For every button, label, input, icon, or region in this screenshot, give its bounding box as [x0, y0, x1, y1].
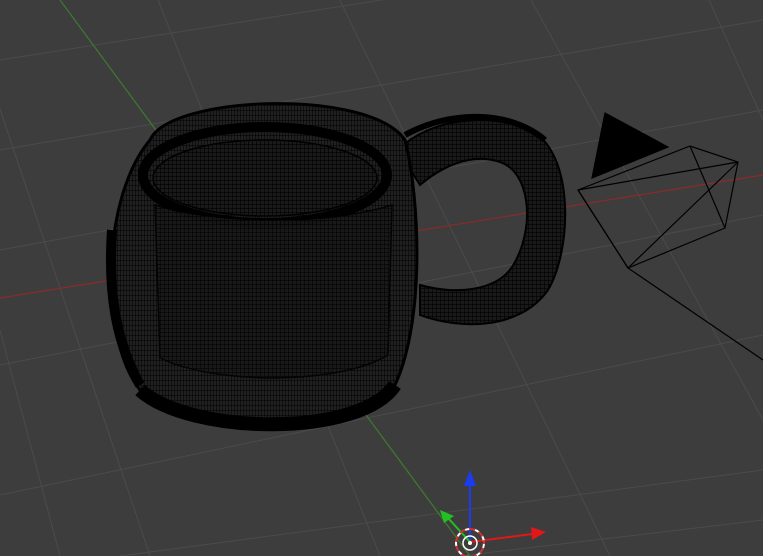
camera-icon[interactable] [577, 112, 763, 361]
viewport-canvas[interactable] [0, 0, 763, 556]
camera-up-triangle [591, 112, 670, 179]
mug-mesh-icon[interactable] [105, 102, 419, 432]
3d-viewport[interactable] [0, 0, 763, 556]
